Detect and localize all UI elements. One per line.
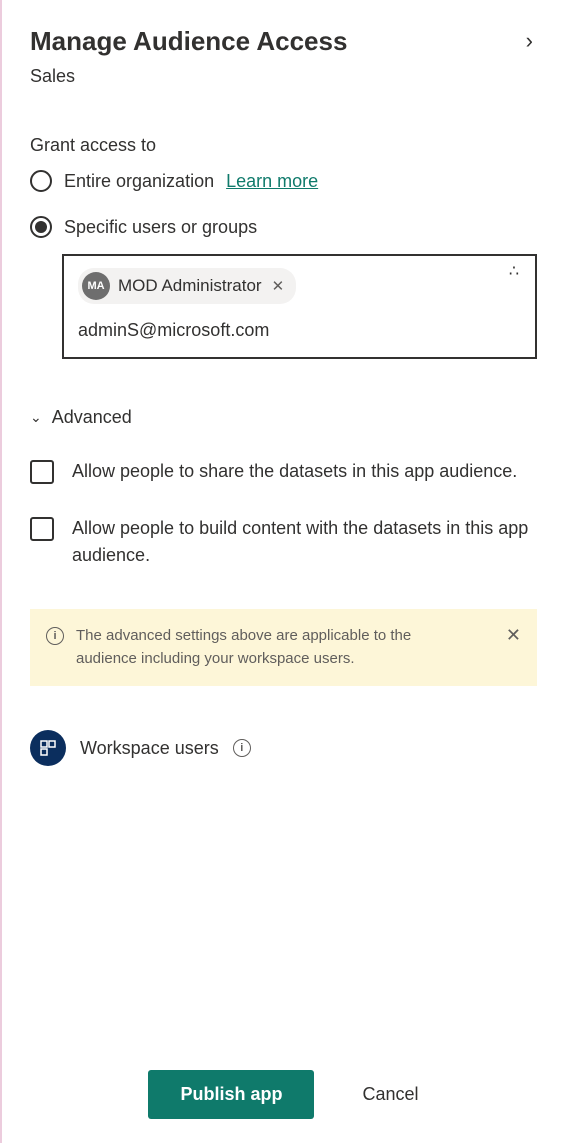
checkbox-allow-build-label: Allow people to build content with the d…	[72, 515, 537, 569]
publish-app-button[interactable]: Publish app	[148, 1070, 314, 1119]
info-banner: i The advanced settings above are applic…	[30, 609, 537, 686]
info-icon: i	[46, 627, 64, 645]
panel-subtitle: Sales	[30, 66, 537, 87]
radio-entire-organization[interactable]	[30, 170, 52, 192]
cancel-button[interactable]: Cancel	[362, 1084, 418, 1105]
chip-label: MOD Administrator	[118, 276, 262, 296]
checkbox-allow-share-label: Allow people to share the datasets in th…	[72, 458, 517, 485]
picker-handle-icon: ∴	[509, 268, 521, 276]
chevron-down-icon: ⌄	[30, 409, 42, 426]
banner-text: The advanced settings above are applicab…	[76, 625, 494, 670]
people-picker[interactable]: ∴ MA MOD Administrator ✕	[62, 254, 537, 359]
radio-entire-organization-label: Entire organization	[64, 171, 214, 192]
checkbox-allow-build[interactable]	[30, 517, 54, 541]
chevron-right-icon[interactable]: ›	[522, 24, 537, 58]
panel-title: Manage Audience Access	[30, 26, 347, 57]
checkbox-allow-share[interactable]	[30, 460, 54, 484]
advanced-toggle[interactable]: ⌄ Advanced	[30, 407, 537, 428]
user-chip: MA MOD Administrator ✕	[78, 268, 296, 304]
grant-access-label: Grant access to	[30, 135, 537, 156]
radio-specific-users[interactable]	[30, 216, 52, 238]
advanced-label: Advanced	[52, 407, 132, 428]
close-icon[interactable]: ✕	[506, 625, 521, 646]
learn-more-link[interactable]: Learn more	[226, 171, 318, 192]
avatar: MA	[82, 272, 110, 300]
workspace-info-icon[interactable]: i	[233, 739, 251, 757]
people-picker-input[interactable]	[78, 316, 521, 345]
chip-remove-icon[interactable]: ✕	[270, 275, 287, 297]
workspace-users-label: Workspace users	[80, 738, 219, 759]
workspace-icon	[30, 730, 66, 766]
radio-specific-users-label: Specific users or groups	[64, 217, 257, 238]
